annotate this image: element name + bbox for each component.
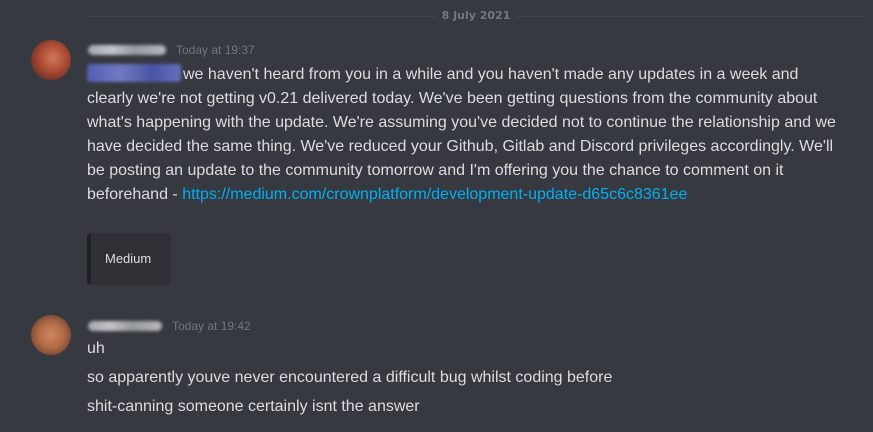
message-link[interactable]: https://medium.com/crownplatform/develop… — [182, 186, 687, 203]
message-text: we haven't heard from you in a while and… — [87, 66, 836, 203]
embed-provider[interactable]: Medium — [105, 251, 151, 266]
username-redacted[interactable] — [88, 321, 162, 331]
username-redacted[interactable] — [88, 45, 166, 55]
date-divider-label: 8 July 2021 — [435, 8, 517, 24]
avatar[interactable] — [31, 315, 71, 355]
chat-messages: 8 July 2021 Today at 19:37 we haven't he… — [0, 0, 873, 432]
message-line: shit-canning someone certainly isnt the … — [87, 398, 420, 415]
date-divider: 8 July 2021 — [86, 8, 866, 24]
avatar[interactable] — [31, 40, 71, 80]
message-line: uh — [87, 340, 105, 357]
timestamp[interactable]: Today at 19:42 — [172, 319, 251, 333]
link-embed: Medium — [87, 233, 171, 285]
message-line: so apparently youve never encountered a … — [87, 369, 613, 386]
message-header: Today at 19:42 — [88, 316, 251, 336]
message-content: we haven't heard from you in a while and… — [87, 63, 847, 207]
user-mention[interactable] — [87, 64, 181, 82]
timestamp[interactable]: Today at 19:37 — [176, 43, 255, 57]
message-header: Today at 19:37 — [88, 40, 255, 60]
